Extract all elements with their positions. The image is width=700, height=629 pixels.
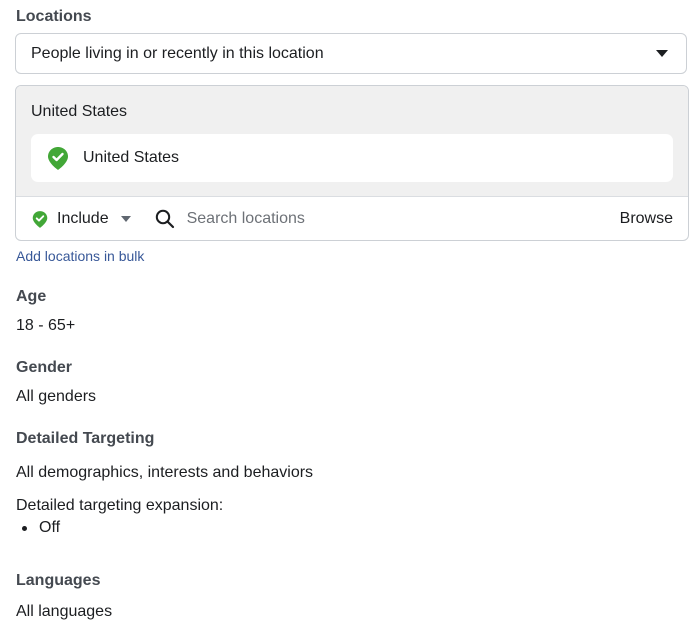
targeting-expansion-value: Off [39, 519, 61, 536]
bullet [22, 525, 27, 531]
targeting-expansion-list-item: Off [22, 519, 60, 537]
browse-button[interactable]: Browse [620, 210, 673, 228]
search-locations-input[interactable] [186, 210, 567, 228]
gender-value: All genders [16, 388, 97, 405]
location-group-title: United States [31, 103, 128, 120]
location-type-value: People living in or recently in this loc… [31, 44, 324, 62]
languages-value: All languages [16, 603, 113, 620]
audience-targeting-form: Locations People living in or recently i… [0, 0, 700, 629]
search-icon [155, 209, 175, 229]
age-heading: Age [16, 288, 47, 305]
locations-heading: Locations [16, 8, 92, 25]
include-exclude-dropdown[interactable]: Include [32, 210, 131, 229]
selected-locations-group: United States United States [16, 86, 688, 197]
selected-location-item[interactable]: United States [31, 134, 673, 182]
targeting-expansion-label: Detailed targeting expansion: [16, 497, 224, 514]
location-search-bar: Include Browse [16, 197, 688, 240]
gender-heading: Gender [16, 359, 73, 376]
location-pin-check-icon [32, 210, 48, 229]
add-locations-in-bulk-link[interactable]: Add locations in bulk [16, 248, 144, 264]
detailed-targeting-value: All demographics, interests and behavior… [16, 464, 314, 481]
location-type-dropdown[interactable]: People living in or recently in this loc… [15, 33, 687, 74]
chevron-down-icon [656, 50, 668, 57]
selected-locations-panel: United States United States Include Sear… [15, 85, 689, 241]
selected-location-label: United States [83, 149, 180, 166]
include-label: Include [57, 210, 109, 227]
age-value: 18 - 65+ [16, 317, 76, 334]
location-pin-check-icon [47, 146, 69, 171]
detailed-targeting-heading: Detailed Targeting [16, 430, 155, 447]
languages-heading: Languages [16, 572, 101, 589]
chevron-down-icon [120, 216, 131, 222]
